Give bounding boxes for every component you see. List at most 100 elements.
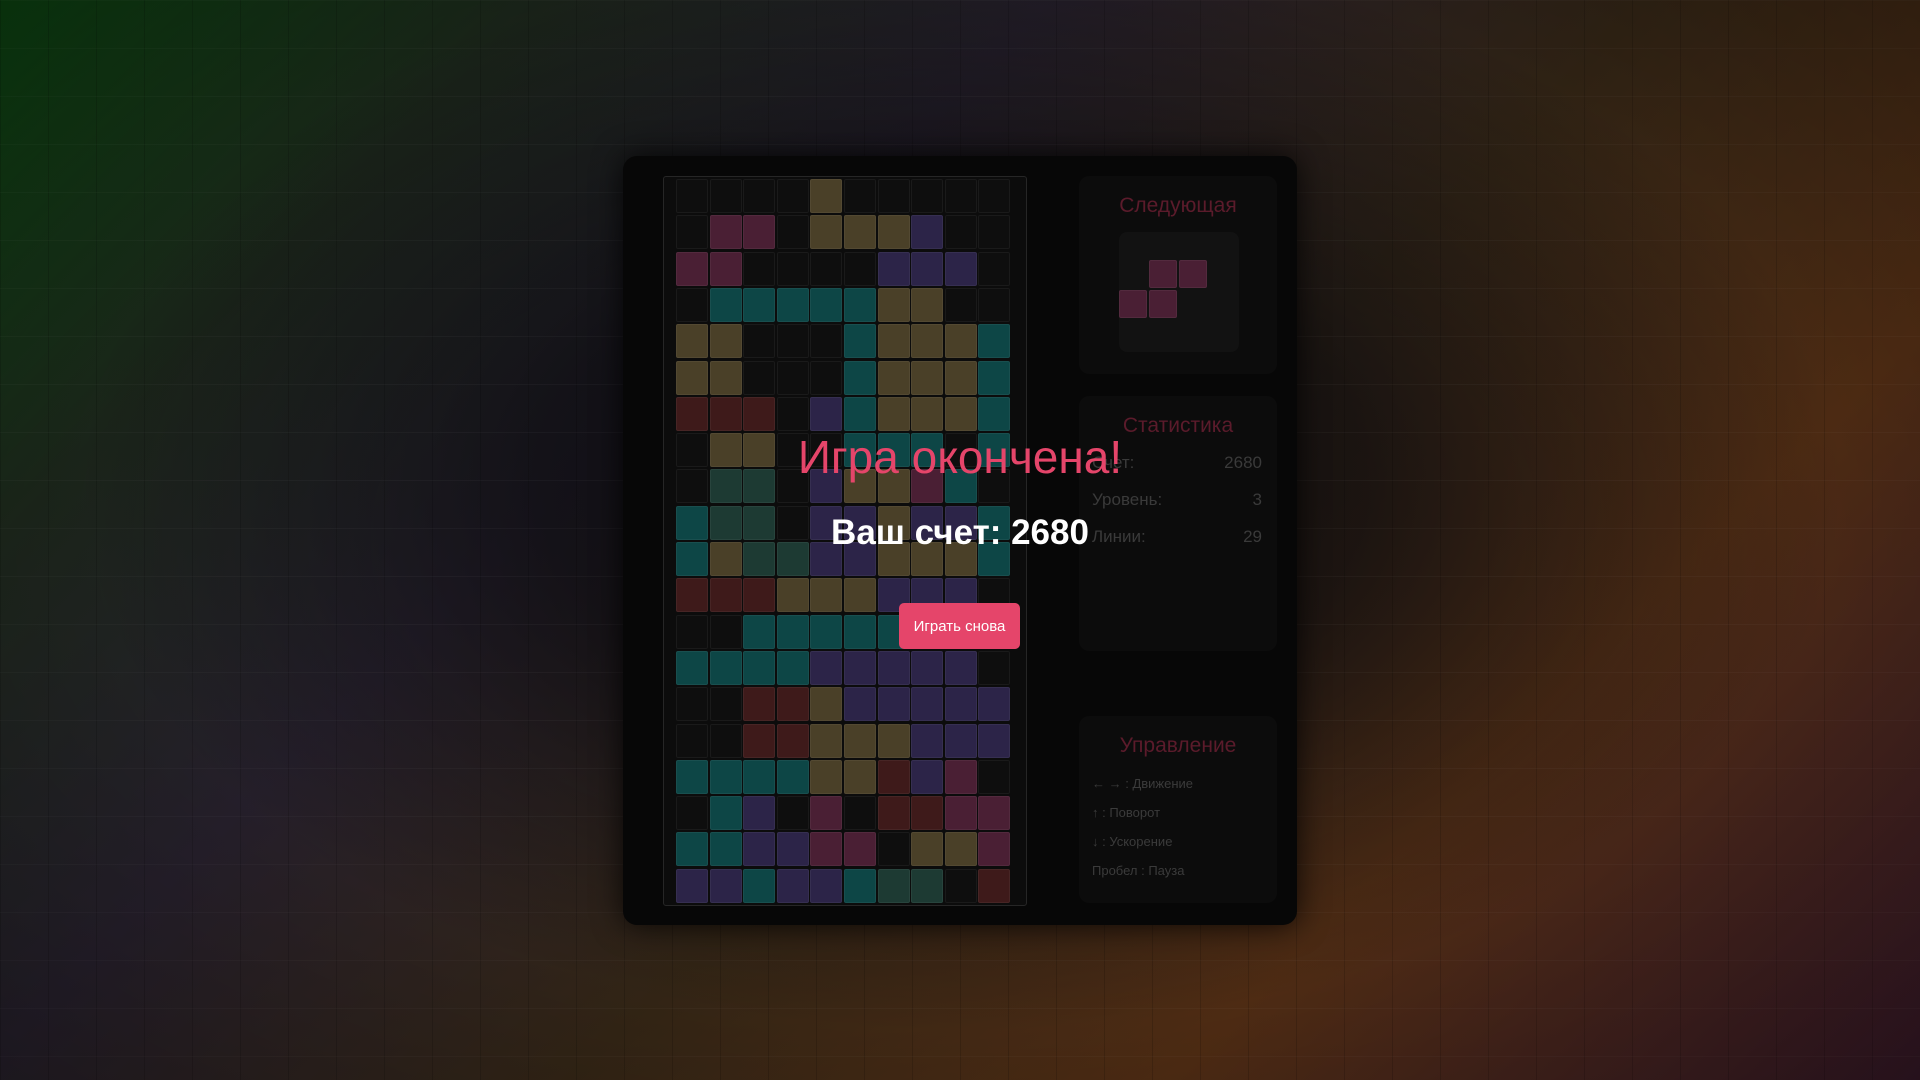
board-block: [743, 396, 776, 431]
board-empty-cell: [676, 723, 708, 758]
board-block: [743, 832, 776, 867]
board-block: [676, 251, 708, 286]
next-piece-block: [1149, 290, 1177, 318]
play-again-button[interactable]: Играть снова: [899, 603, 1020, 649]
board-block: [709, 759, 742, 794]
next-piece-block: [1179, 260, 1207, 288]
board-block: [911, 215, 944, 250]
board-empty-cell: [743, 179, 776, 213]
board-empty-cell: [810, 360, 843, 395]
board-block: [944, 324, 977, 359]
board-block: [776, 832, 809, 867]
board-block: [978, 360, 1011, 395]
board-block: [978, 868, 1011, 903]
board-block: [944, 796, 977, 831]
stat-level: Уровень: 3: [1092, 490, 1262, 512]
board-empty-cell: [944, 215, 977, 250]
board-empty-cell: [776, 324, 809, 359]
board-block: [944, 723, 977, 758]
board-block: [844, 324, 876, 359]
board-block: [978, 796, 1011, 831]
board-block: [844, 396, 876, 431]
stat-level-value: 3: [1252, 490, 1262, 509]
board-empty-cell: [676, 287, 708, 322]
board-empty-cell: [709, 179, 742, 213]
board-block: [776, 868, 809, 903]
board-block: [676, 578, 708, 613]
board-block: [676, 396, 708, 431]
board-block: [743, 287, 776, 322]
board-block: [944, 251, 977, 286]
board-block: [743, 723, 776, 758]
board-block: [676, 832, 708, 867]
board-block: [676, 324, 708, 359]
board-block: [810, 759, 843, 794]
next-piece-title: Следующая: [1119, 194, 1237, 217]
board-empty-cell: [978, 251, 1011, 286]
board-block: [911, 287, 944, 322]
board-block: [944, 687, 977, 722]
board-block: [776, 687, 809, 722]
board-block: [877, 251, 910, 286]
board-empty-cell: [776, 179, 809, 213]
board-block: [877, 759, 910, 794]
board-empty-cell: [944, 287, 977, 322]
board-block: [810, 687, 843, 722]
board-block: [743, 215, 776, 250]
board-block: [911, 796, 944, 831]
board-block: [709, 832, 742, 867]
board-block: [877, 287, 910, 322]
board-block: [810, 287, 843, 322]
next-piece-preview: [1119, 232, 1239, 352]
control-move: ← → : Движение: [1092, 776, 1194, 791]
board-block: [844, 650, 876, 685]
board-empty-cell: [810, 324, 843, 359]
board-block: [978, 832, 1011, 867]
board-block: [743, 578, 776, 613]
board-empty-cell: [776, 796, 809, 831]
board-block: [944, 759, 977, 794]
board-empty-cell: [877, 832, 910, 867]
control-speed: ↓ : Ускорение: [1092, 834, 1173, 849]
board-block: [709, 360, 742, 395]
board-empty-cell: [978, 287, 1011, 322]
board-empty-cell: [776, 215, 809, 250]
board-block: [877, 723, 910, 758]
board-empty-cell: [810, 251, 843, 286]
board-empty-cell: [911, 179, 944, 213]
board-block: [709, 215, 742, 250]
board-empty-cell: [844, 251, 876, 286]
board-block: [944, 650, 977, 685]
board-block: [911, 723, 944, 758]
board-empty-cell: [978, 759, 1011, 794]
board-block: [709, 396, 742, 431]
board-block: [877, 360, 910, 395]
board-block: [810, 396, 843, 431]
board-block: [743, 796, 776, 831]
board-block: [676, 360, 708, 395]
board-empty-cell: [743, 324, 776, 359]
next-piece-block: [1149, 260, 1177, 288]
board-block: [709, 251, 742, 286]
board-block: [978, 324, 1011, 359]
board-empty-cell: [676, 179, 708, 213]
board-block: [911, 687, 944, 722]
board-block: [877, 215, 910, 250]
board-block: [944, 832, 977, 867]
board-empty-cell: [944, 868, 977, 903]
board-block: [978, 687, 1011, 722]
board-empty-cell: [676, 614, 708, 649]
controls-panel: Управление ← → : Движение ↑ : Поворот ↓ …: [1079, 716, 1277, 903]
board-block: [877, 687, 910, 722]
board-block: [810, 215, 843, 250]
board-block: [776, 287, 809, 322]
board-empty-cell: [978, 179, 1011, 213]
board-empty-cell: [676, 215, 708, 250]
board-block: [743, 650, 776, 685]
board-block: [709, 578, 742, 613]
controls-title: Управление: [1119, 734, 1237, 757]
board-empty-cell: [709, 687, 742, 722]
board-block: [844, 215, 876, 250]
board-block: [743, 687, 776, 722]
board-block: [844, 723, 876, 758]
